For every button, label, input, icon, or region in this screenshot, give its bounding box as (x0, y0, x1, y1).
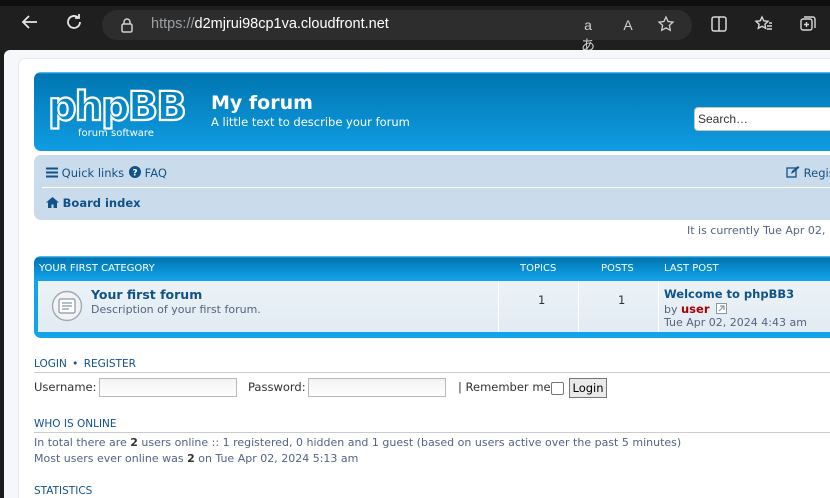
last-post-date: Tue Apr 02, 2024 4:43 am (664, 316, 807, 329)
navbar-divider (42, 187, 830, 188)
phpbb-logo[interactable]: phpBB forum software (47, 83, 200, 140)
logo-word: phpBB (48, 84, 185, 130)
statistics-title: STATISTICS (34, 485, 93, 497)
record-text: on Tue Apr 02, 2024 5:13 am (194, 452, 359, 465)
collections-icon[interactable] (798, 14, 820, 36)
online-summary: In total there are 2 users online :: 1 r… (34, 436, 681, 449)
register-label: Regis (803, 166, 830, 180)
forum-description: Description of your first forum. (91, 303, 261, 316)
search-placeholder: Search… (698, 112, 749, 126)
read-aloud-icon[interactable]: A (618, 15, 638, 35)
question-icon: ? (129, 166, 141, 179)
password-field[interactable] (308, 378, 446, 397)
remember-me-checkbox[interactable] (551, 382, 564, 395)
breadcrumb-board-index[interactable]: Board index (46, 196, 141, 210)
split-screen-icon[interactable] (709, 14, 731, 36)
favorites-icon[interactable] (754, 14, 776, 36)
translate-icon[interactable]: aあ (578, 15, 598, 53)
search-input[interactable]: Search… (694, 107, 830, 131)
col-posts: POSTS (601, 263, 634, 274)
column-divider (578, 281, 579, 332)
column-divider (658, 281, 659, 332)
faq-label: FAQ (144, 166, 167, 180)
username-label: Username: (34, 380, 97, 394)
login-divider (34, 372, 830, 373)
favorite-star-icon[interactable] (656, 15, 676, 35)
login-header: LOGIN • REGISTER (34, 358, 136, 370)
back-arrow-icon[interactable] (16, 12, 44, 40)
forum-title-link[interactable]: Your first forum (91, 287, 202, 302)
address-bar[interactable]: https://d2mjrui98cp1va.cloudfront.net aあ… (102, 10, 692, 53)
who-is-online-title[interactable]: WHO IS ONLINE (34, 418, 117, 430)
view-latest-post-icon[interactable] (716, 303, 728, 314)
lock-icon[interactable] (120, 17, 134, 33)
forum-category: YOUR FIRST CATEGORY TOPICS POSTS LAST PO… (34, 256, 830, 338)
svg-text:?: ? (132, 169, 137, 179)
record-count: 2 (187, 452, 195, 465)
remember-me-label: | Remember me (458, 380, 551, 394)
by-label: by (664, 303, 678, 316)
forum-read-icon (51, 290, 83, 322)
record-text: Most users ever online was (34, 452, 188, 465)
header-bar: phpBB forum software My forum A little t… (34, 72, 830, 151)
board-index-label: Board index (62, 196, 141, 210)
site-title[interactable]: My forum (211, 92, 313, 114)
last-post-title-link[interactable]: Welcome to phpBB3 (664, 287, 794, 301)
online-record: Most users ever online was 2 on Tue Apr … (34, 452, 358, 465)
refresh-icon[interactable] (60, 12, 88, 40)
edit-icon (786, 166, 800, 178)
login-button[interactable]: Login (569, 378, 607, 398)
col-last-post: LAST POST (664, 263, 719, 274)
tab-strip (0, 0, 830, 6)
last-post-author: by user (664, 302, 728, 316)
quick-links-label: Quick links (61, 166, 125, 180)
faq-link[interactable]: ? FAQ (129, 166, 167, 180)
online-divider (34, 432, 830, 433)
quick-links-menu[interactable]: Quick links (46, 166, 124, 180)
home-icon (46, 197, 59, 208)
forum-topics-count: 1 (538, 293, 546, 307)
navbar: Quick links ? FAQ Regis Board index (34, 155, 830, 220)
login-separator: • (72, 358, 79, 370)
username-field[interactable] (99, 378, 237, 397)
online-text: users online :: 1 registered, 0 hidden a… (137, 436, 682, 449)
online-text: In total there are (34, 436, 131, 449)
browser-toolbar: https://d2mjrui98cp1va.cloudfront.net aあ… (0, 0, 830, 53)
online-count: 2 (130, 436, 138, 449)
category-title[interactable]: YOUR FIRST CATEGORY (39, 263, 155, 274)
url-text[interactable]: https://d2mjrui98cp1va.cloudfront.net (151, 16, 389, 32)
register-header-link[interactable]: REGISTER (84, 358, 136, 370)
last-post-user-link[interactable]: user (681, 302, 710, 316)
col-topics: TOPICS (520, 263, 557, 274)
url-scheme: https:// (151, 16, 195, 32)
login-link[interactable]: LOGIN (34, 358, 67, 370)
current-time: It is currently Tue Apr 02, (687, 224, 826, 237)
column-divider (498, 281, 499, 332)
logo-sub: forum software (78, 128, 154, 139)
forum-posts-count: 1 (618, 293, 626, 307)
hamburger-icon (46, 167, 58, 178)
site-description: A little text to describe your forum (211, 115, 410, 129)
url-host: d2mjrui98cp1va.cloudfront.net (194, 16, 389, 32)
forum-row: Your first forum Description of your fir… (38, 281, 830, 332)
register-link[interactable]: Regis (786, 166, 830, 180)
password-label: Password: (248, 380, 306, 394)
